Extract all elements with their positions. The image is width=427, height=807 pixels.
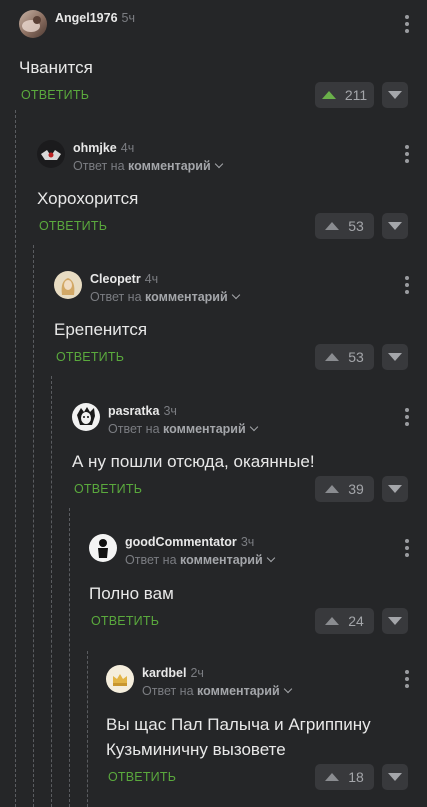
kebab-menu-icon[interactable] bbox=[405, 539, 409, 560]
downvote-button[interactable] bbox=[382, 608, 408, 634]
comment-text: Ерепенится bbox=[54, 320, 148, 339]
user-avatar-icon[interactable] bbox=[72, 403, 100, 431]
score: 18 bbox=[348, 769, 364, 785]
downvote-button[interactable] bbox=[382, 764, 408, 790]
comment-text: Хорохорится bbox=[37, 189, 139, 208]
chevron-down-icon bbox=[266, 553, 275, 563]
author-name[interactable]: ohmjke bbox=[73, 141, 117, 155]
score: 211 bbox=[344, 87, 368, 103]
comment: Angel1976 5ч Чванится ОТВЕТИТЬ 211 bbox=[19, 10, 427, 110]
score: 39 bbox=[348, 481, 364, 497]
triangle-down-icon bbox=[388, 485, 402, 493]
kebab-menu-icon[interactable] bbox=[405, 276, 409, 297]
reply-to[interactable]: Ответ на комментарий bbox=[142, 684, 292, 698]
thread-line bbox=[69, 508, 70, 807]
thread-line bbox=[15, 110, 16, 807]
upvote-button[interactable]: 211 bbox=[315, 82, 374, 108]
comment-header: ohmjke 4ч Ответ на комментарий bbox=[37, 140, 223, 173]
upvote-button[interactable]: 18 bbox=[315, 764, 374, 790]
downvote-button[interactable] bbox=[382, 82, 408, 108]
score: 24 bbox=[348, 613, 364, 629]
triangle-up-icon bbox=[325, 222, 340, 230]
user-avatar-icon[interactable] bbox=[37, 140, 65, 168]
comment-text-line: Кузьминичну вызовете bbox=[106, 740, 286, 759]
comment-header: kardbel 2ч Ответ на комментарий bbox=[106, 665, 292, 698]
downvote-button[interactable] bbox=[382, 476, 408, 502]
comment-time: 3ч bbox=[240, 535, 255, 549]
score: 53 bbox=[348, 218, 364, 234]
comment-text: Вы щас Пал Палыча и Агриппину Кузьминичн… bbox=[106, 712, 371, 762]
triangle-up-icon bbox=[321, 91, 336, 99]
kebab-menu-icon[interactable] bbox=[405, 408, 409, 429]
comment-header: Cleopetr 4ч Ответ на комментарий bbox=[54, 271, 240, 304]
comment-text: А ну пошли отсюда, окаянные! bbox=[72, 452, 315, 471]
chevron-down-icon bbox=[249, 422, 258, 432]
triangle-down-icon bbox=[388, 617, 402, 625]
reply-button[interactable]: ОТВЕТИТЬ bbox=[74, 482, 142, 496]
reply-to[interactable]: Ответ на комментарий bbox=[125, 553, 275, 567]
comment-time: 4ч bbox=[144, 272, 159, 286]
user-avatar-icon[interactable] bbox=[89, 534, 117, 562]
triangle-up-icon bbox=[325, 617, 340, 625]
reply-to[interactable]: Ответ на комментарий bbox=[108, 422, 258, 436]
reply-button[interactable]: ОТВЕТИТЬ bbox=[108, 770, 176, 784]
triangle-down-icon bbox=[388, 353, 402, 361]
comment-text-line: Вы щас Пал Палыча и Агриппину bbox=[106, 715, 371, 734]
upvote-button[interactable]: 24 bbox=[315, 608, 374, 634]
chevron-down-icon bbox=[283, 684, 292, 694]
kebab-menu-icon[interactable] bbox=[405, 145, 409, 166]
reply-to[interactable]: Ответ на комментарий bbox=[73, 159, 223, 173]
author-name[interactable]: Cleopetr bbox=[90, 272, 141, 286]
triangle-down-icon bbox=[388, 222, 402, 230]
comment-text: Полно вам bbox=[89, 584, 174, 603]
reply-button[interactable]: ОТВЕТИТЬ bbox=[56, 350, 124, 364]
comment-header: pasratka 3ч Ответ на комментарий bbox=[72, 403, 258, 436]
triangle-up-icon bbox=[325, 353, 340, 361]
comment: ohmjke 4ч Ответ на комментарий Хорохоритс… bbox=[37, 140, 427, 240]
comment: goodCommentator 3ч Ответ на комментарий П… bbox=[89, 534, 427, 634]
comment-time: 4ч bbox=[120, 141, 135, 155]
thread-line bbox=[87, 651, 88, 807]
comment: pasratka 3ч Ответ на комментарий А ну пош… bbox=[72, 403, 427, 503]
downvote-button[interactable] bbox=[382, 344, 408, 370]
user-avatar-icon[interactable] bbox=[19, 10, 47, 38]
reply-button[interactable]: ОТВЕТИТЬ bbox=[21, 88, 89, 102]
triangle-down-icon bbox=[388, 91, 402, 99]
upvote-button[interactable]: 53 bbox=[315, 213, 374, 239]
downvote-button[interactable] bbox=[382, 213, 408, 239]
comment-time: 2ч bbox=[190, 666, 204, 680]
comment-header: Angel1976 5ч bbox=[19, 10, 135, 38]
author-name[interactable]: kardbel bbox=[142, 666, 186, 680]
author-name[interactable]: pasratka bbox=[108, 404, 159, 418]
thread-line bbox=[33, 245, 34, 807]
kebab-menu-icon[interactable] bbox=[405, 670, 409, 691]
comment: kardbel 2ч Ответ на комментарий Вы щас Па… bbox=[106, 665, 427, 805]
comment-time: 5ч bbox=[121, 11, 135, 25]
comment-header: goodCommentator 3ч Ответ на комментарий bbox=[89, 534, 275, 567]
chevron-down-icon bbox=[231, 290, 240, 300]
score: 53 bbox=[348, 349, 364, 365]
chevron-down-icon bbox=[214, 159, 223, 169]
reply-to[interactable]: Ответ на комментарий bbox=[90, 290, 240, 304]
comment-time: 3ч bbox=[163, 404, 177, 418]
triangle-up-icon bbox=[325, 773, 340, 781]
user-avatar-icon[interactable] bbox=[106, 665, 134, 693]
comment: Cleopetr 4ч Ответ на комментарий Ерепенит… bbox=[54, 271, 427, 371]
thread-line bbox=[51, 376, 52, 807]
triangle-down-icon bbox=[388, 773, 402, 781]
author-name[interactable]: goodCommentator bbox=[125, 535, 237, 549]
kebab-menu-icon[interactable] bbox=[405, 15, 409, 36]
author-name[interactable]: Angel1976 bbox=[55, 11, 118, 25]
user-avatar-icon[interactable] bbox=[54, 271, 82, 299]
reply-button[interactable]: ОТВЕТИТЬ bbox=[91, 614, 159, 628]
comment-text: Чванится bbox=[19, 58, 93, 77]
reply-button[interactable]: ОТВЕТИТЬ bbox=[39, 219, 107, 233]
upvote-button[interactable]: 39 bbox=[315, 476, 374, 502]
triangle-up-icon bbox=[325, 485, 340, 493]
upvote-button[interactable]: 53 bbox=[315, 344, 374, 370]
